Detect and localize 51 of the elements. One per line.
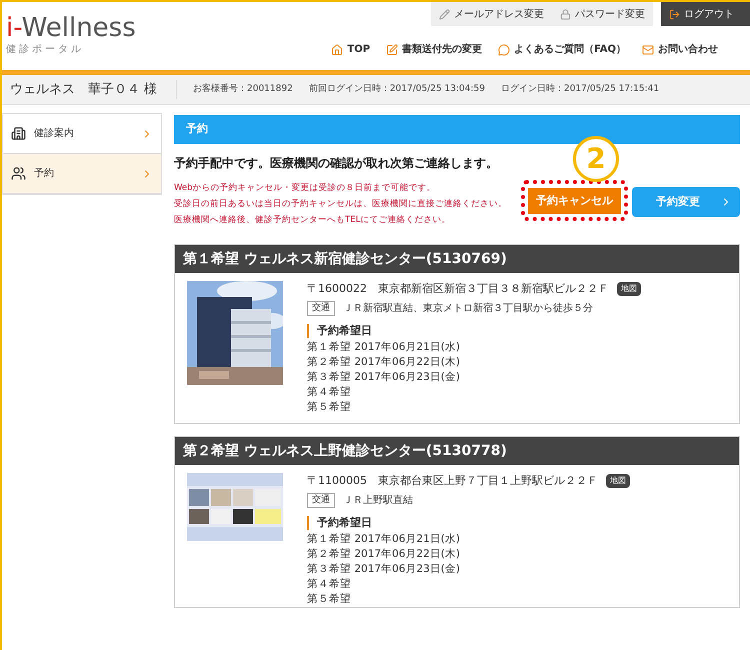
account-link[interactable]: メールアドレス変更 xyxy=(431,2,552,26)
customer-number: お客様番号：20011892 xyxy=(193,82,293,96)
notice-text: 医療機関へ連絡後、健診予約センターへもTELにてご連絡ください。 xyxy=(174,214,452,227)
people-icon xyxy=(11,166,26,181)
preferred-date: 第１希望 2017年06月21日(水) xyxy=(307,340,461,355)
nav-link[interactable]: お問い合わせ xyxy=(642,42,718,57)
last-login-text: 前回ログイン日時：2017/05/25 13:04:59 xyxy=(308,82,485,96)
center-title: 第２希望 ウェルネス上野健診センター(5130778) xyxy=(175,437,739,465)
preferred-date: 第４希望 xyxy=(307,577,352,592)
notice-text: 受診日の前日あるいは当日の予約キャンセルは、医療機関に直接ご連絡ください。 xyxy=(174,198,507,211)
preferred-date: 第１希望 2017年06月21日(水) xyxy=(307,532,461,547)
dates-heading: 予約希望日 xyxy=(307,324,641,338)
preferred-date: 第３希望 2017年06月23日(金) xyxy=(307,370,461,385)
lock-icon xyxy=(560,8,571,20)
logo-subtitle: 健診ポータル xyxy=(6,42,85,57)
notice-text: Webからの予約キャンセル・変更は受診の８日前まで可能です。 xyxy=(174,182,437,195)
nav-link[interactable]: よくあるご質問（FAQ） xyxy=(498,42,626,57)
sidebar-item[interactable]: 予約 xyxy=(3,154,161,194)
status-message: 予約手配中です。医療機関の確認が取れ次第ご連絡します。 xyxy=(174,155,499,172)
home-icon xyxy=(331,44,344,56)
login-text: ログイン日時：2017/05/25 17:15:41 xyxy=(500,82,660,96)
pencil-icon xyxy=(439,8,450,20)
step-number-badge: 2 xyxy=(573,136,619,182)
section-title: 予約 xyxy=(174,115,740,144)
access-text: ＪＲ上野駅直結 xyxy=(343,494,413,508)
access-label: 交通 xyxy=(307,492,335,508)
center-title: 第１希望 ウェルネス新宿健診センター(5130769) xyxy=(175,245,739,273)
preferred-date: 第５希望 xyxy=(307,400,352,415)
access-label: 交通 xyxy=(307,300,335,316)
preferred-date: 第４希望 xyxy=(307,385,352,400)
preferred-date: 第３希望 2017年06月23日(金) xyxy=(307,562,461,577)
dates-heading: 予約希望日 xyxy=(307,516,630,530)
access-text: ＪＲ新宿駅直結、東京メトロ新宿３丁目駅から徒歩５分 xyxy=(343,302,593,316)
edit-icon xyxy=(386,44,398,56)
user-name: ウェルネス 華子０４ 様 xyxy=(2,80,177,100)
speech-bubble-icon xyxy=(498,44,510,56)
map-link[interactable]: 地図 xyxy=(606,474,630,488)
address-text: 〒1100005 東京都台東区上野７丁目１上野駅ビル２２Ｆ xyxy=(307,473,598,489)
preferred-date: 第２希望 2017年06月22日(木) xyxy=(307,355,461,370)
building-icon xyxy=(11,126,26,141)
nav-link[interactable]: 書類送付先の変更 xyxy=(386,42,482,57)
map-link[interactable]: 地図 xyxy=(617,282,641,296)
logout-button[interactable]: ログアウト xyxy=(661,2,750,26)
account-link[interactable]: パスワード変更 xyxy=(552,2,653,26)
preferred-date: 第５希望 xyxy=(307,592,352,607)
logout-icon xyxy=(669,8,680,20)
address-text: 〒1600022 東京都新宿区新宿３丁目３８新宿駅ビル２２Ｆ xyxy=(307,281,609,297)
preferred-date: 第２希望 2017年06月22日(木) xyxy=(307,547,461,562)
logo[interactable]: i-Wellness xyxy=(6,14,136,42)
mail-icon xyxy=(642,44,654,56)
nav-link[interactable]: TOP xyxy=(331,42,370,57)
